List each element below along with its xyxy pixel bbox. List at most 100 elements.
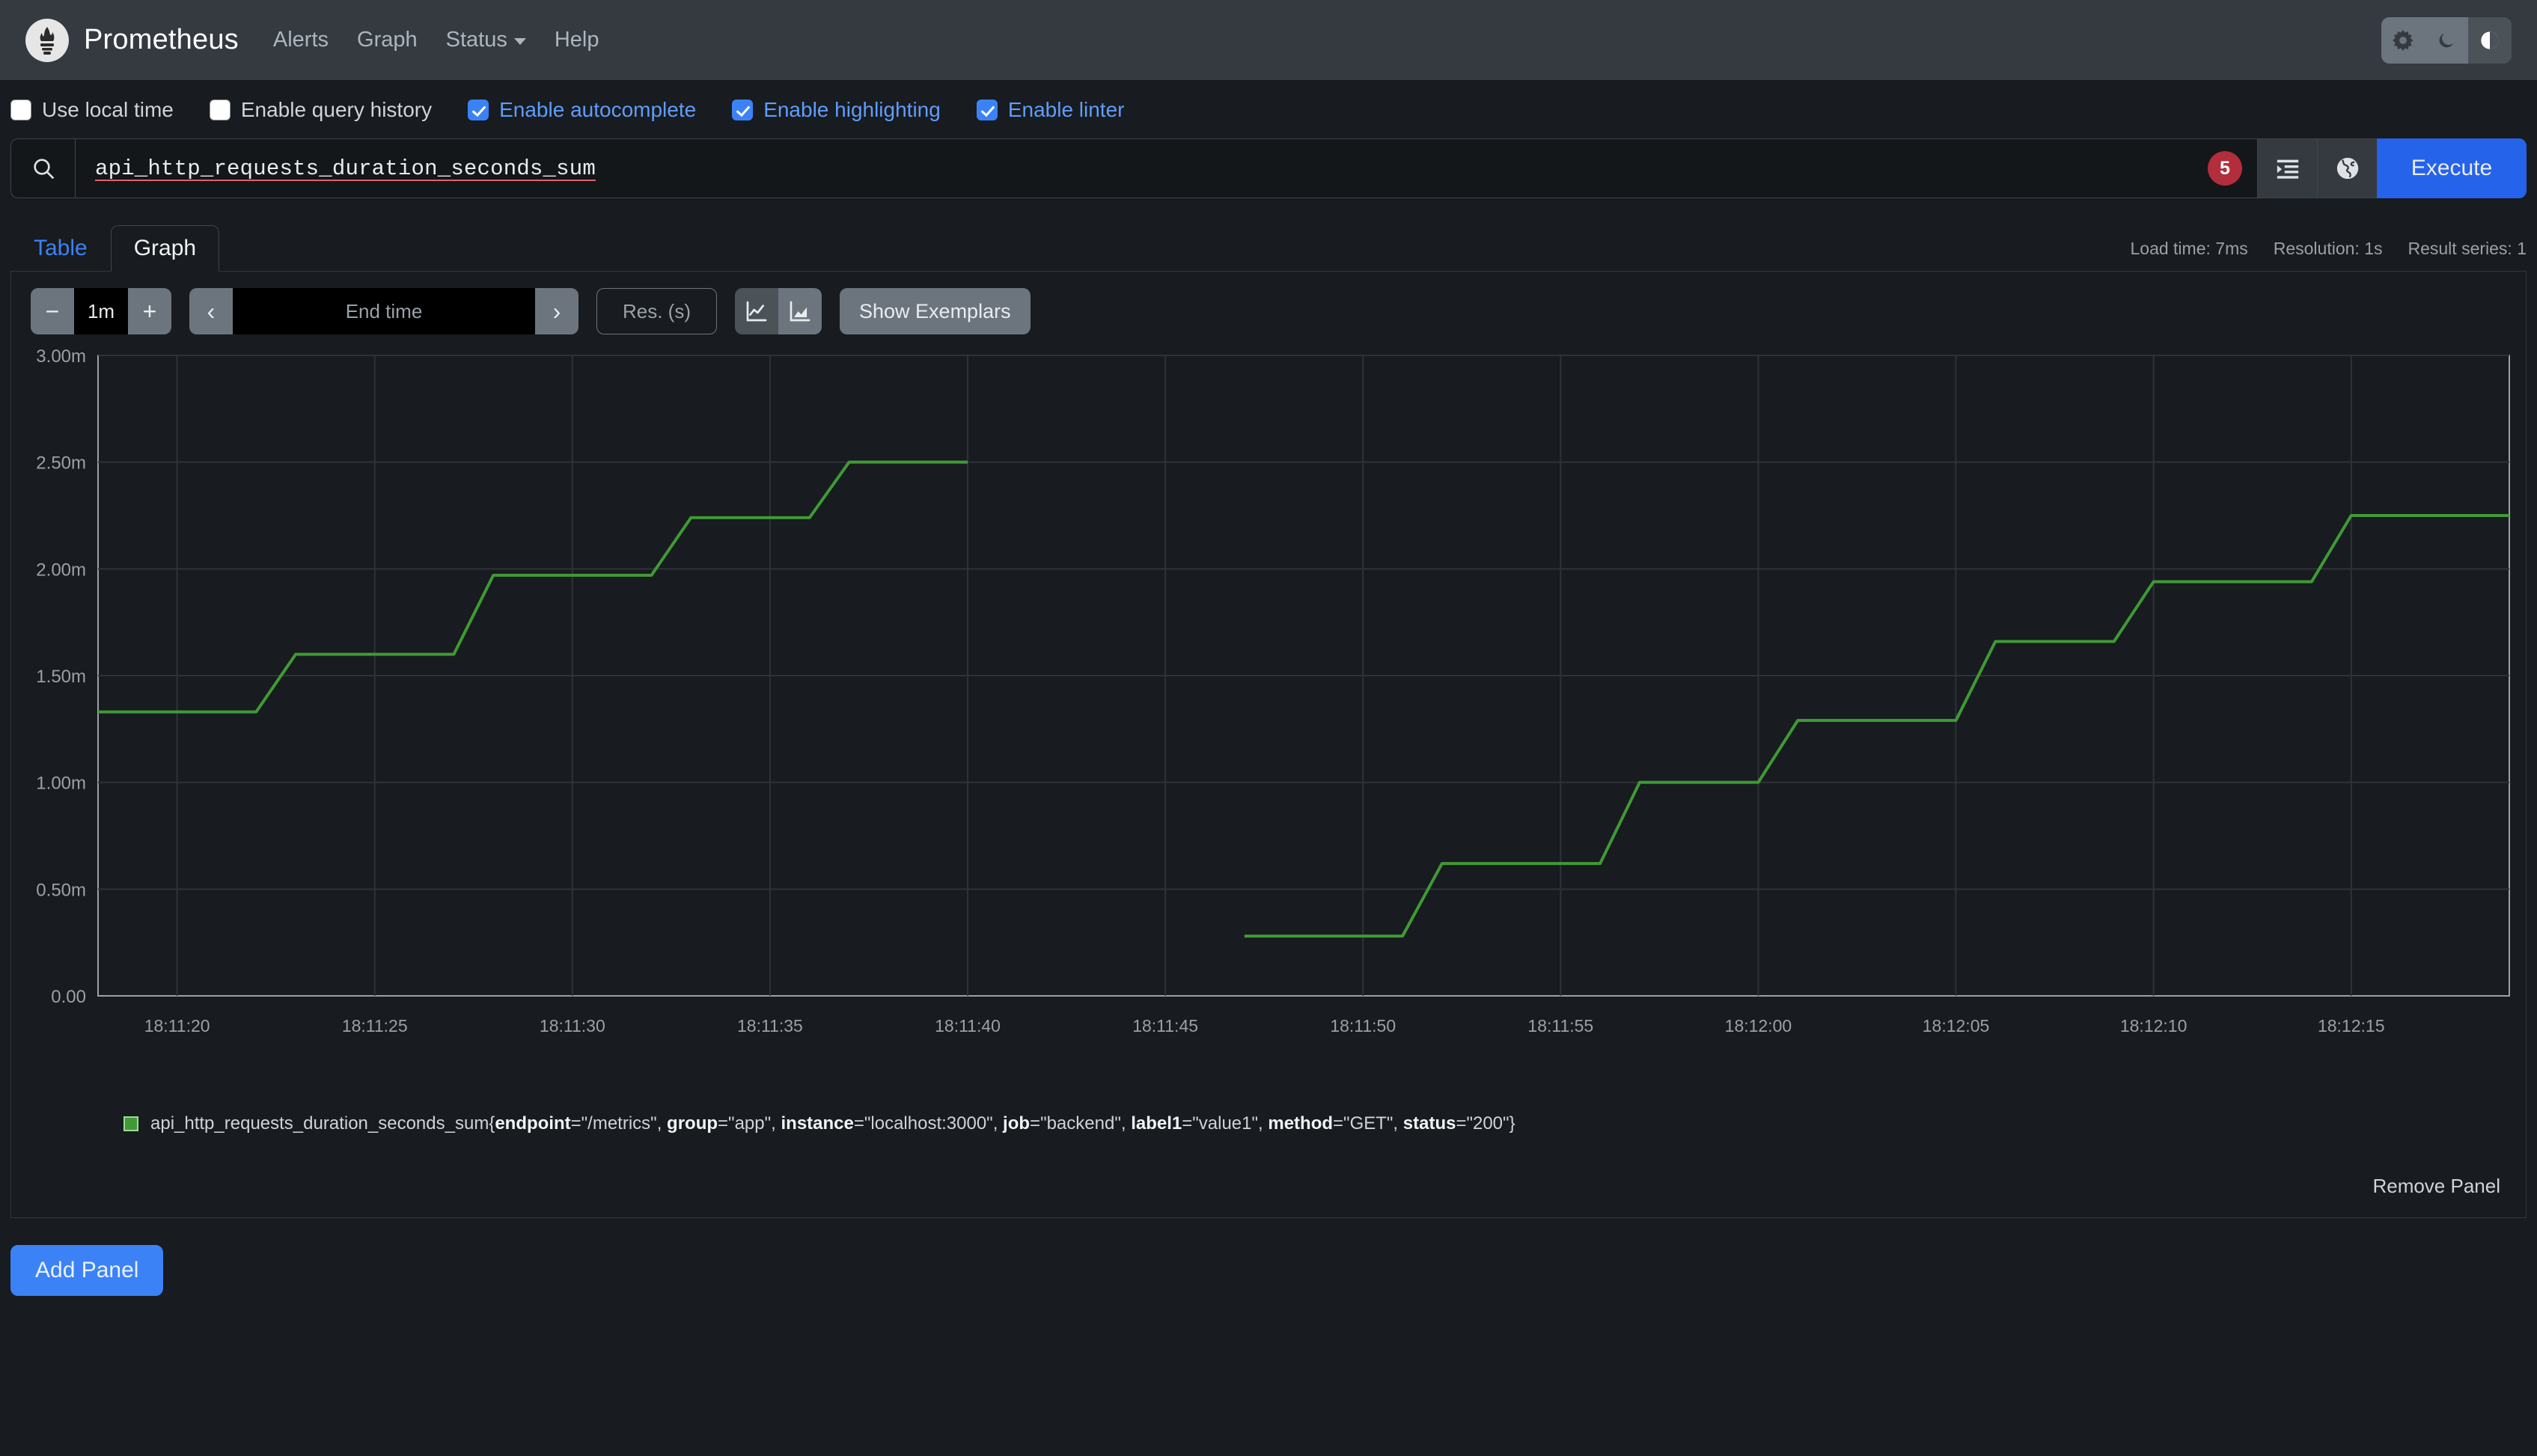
x-tick-label: 18:11:55	[1527, 1016, 1593, 1036]
time-back-button[interactable]: ‹	[189, 288, 233, 334]
range-input[interactable]: 1m	[74, 288, 128, 334]
y-tick-label: 0.50m	[36, 880, 86, 900]
x-tick-label: 18:12:15	[2318, 1016, 2385, 1036]
x-tick-label: 18:11:50	[1330, 1016, 1396, 1036]
enable-highlighting-checkbox[interactable]	[732, 100, 754, 120]
theme-dark-button[interactable]	[2425, 16, 2468, 64]
option-enable-highlighting[interactable]: Enable highlighting	[732, 98, 941, 122]
show-exemplars-button[interactable]: Show Exemplars	[840, 288, 1031, 334]
enable-linter-label: Enable linter	[1007, 98, 1125, 121]
stacked-chart-button[interactable]	[778, 288, 822, 334]
x-tick-label: 18:11:40	[935, 1016, 1001, 1036]
legend-val-4: "value1"	[1192, 1113, 1259, 1134]
end-time-control: ‹ End time ›	[189, 288, 578, 334]
panel-footer: Remove Panel	[11, 1163, 2526, 1217]
resolution-input[interactable]: Res. (s)	[596, 288, 717, 334]
brand[interactable]: Prometheus	[25, 18, 239, 62]
format-query-button[interactable]	[2257, 138, 2317, 198]
option-enable-linter[interactable]: Enable linter	[976, 98, 1125, 122]
tab-table[interactable]: Table	[10, 225, 111, 272]
enable-autocomplete-checkbox[interactable]	[468, 100, 489, 120]
x-tick-label: 18:11:20	[144, 1016, 210, 1036]
legend-key-6: status	[1402, 1113, 1456, 1134]
range-stepper: − 1m +	[31, 288, 171, 334]
legend-val-6: "200"	[1466, 1113, 1509, 1134]
line-chart-button[interactable]	[735, 288, 778, 334]
enable-linter-checkbox[interactable]	[976, 100, 998, 120]
x-tick-label: 18:12:00	[1725, 1016, 1792, 1036]
series-line	[98, 460, 968, 714]
use-local-time-checkbox[interactable]	[10, 100, 31, 120]
lint-error-badge[interactable]: 5	[2208, 151, 2242, 186]
nav-links: Alerts Graph Status Help	[273, 28, 599, 52]
nav-link-help[interactable]: Help	[555, 28, 599, 52]
legend-key-2: instance	[781, 1113, 854, 1134]
x-tick-label: 18:12:05	[1923, 1016, 1990, 1036]
prometheus-logo-icon	[25, 18, 69, 62]
x-tick-label: 18:11:30	[540, 1016, 605, 1036]
query-token-2: requests_	[213, 156, 332, 181]
chart-container[interactable]: 0.00 0.50m 1.00m 1.50m 2.00m 2.50m 3.00m 18:11:…	[11, 345, 2526, 1097]
query-bar: api_http_requests_duration_seconds_sum 5…	[10, 138, 2527, 198]
nav-link-status-label: Status	[445, 28, 507, 52]
metrics-explorer-button[interactable]	[2317, 138, 2377, 198]
query-token-1: http_	[147, 156, 214, 181]
legend-metric-name: api_http_requests_duration_seconds_sum{	[150, 1113, 495, 1134]
search-icon	[11, 139, 76, 198]
line-chart-icon	[746, 301, 767, 322]
theme-toggle-group	[2381, 16, 2512, 64]
theme-light-button[interactable]	[2381, 16, 2425, 64]
moon-icon	[2439, 32, 2454, 47]
nav-link-graph-label: Graph	[357, 28, 418, 52]
chart-legend[interactable]: api_http_requests_duration_seconds_sum{e…	[11, 1097, 2526, 1163]
query-token-4: seconds_	[451, 156, 557, 181]
enable-autocomplete-label: Enable autocomplete	[499, 98, 697, 121]
legend-series-label: api_http_requests_duration_seconds_sum{e…	[150, 1113, 1515, 1134]
query-stats: Load time: 7ms Resolution: 1s Result ser…	[2130, 239, 2527, 271]
navbar-right	[2381, 16, 2512, 64]
time-series-chart[interactable]: 0.00 0.50m 1.00m 1.50m 2.00m 2.50m 3.00m 18:11:…	[11, 345, 2523, 1093]
y-tick-label: 2.50m	[36, 453, 86, 474]
format-indent-icon	[2277, 159, 2298, 179]
query-input[interactable]: api_http_requests_duration_seconds_sum	[76, 156, 2208, 181]
stat-result-series: Result series: 1	[2408, 239, 2527, 258]
legend-val-0: "/metrics"	[581, 1113, 657, 1134]
remove-panel-button[interactable]: Remove Panel	[2372, 1175, 2500, 1198]
half-circle-icon	[2481, 31, 2499, 49]
query-token-0: api_	[95, 156, 148, 181]
legend-close-brace: }	[1509, 1113, 1515, 1134]
time-forward-button[interactable]: ›	[535, 288, 578, 334]
legend-key-4: label1	[1131, 1113, 1182, 1134]
option-use-local-time[interactable]: Use local time	[10, 98, 174, 122]
end-time-input[interactable]: End time	[233, 288, 535, 334]
use-local-time-label: Use local time	[42, 98, 174, 121]
legend-key-3: job	[1003, 1113, 1031, 1134]
navbar: Prometheus Alerts Graph Status Help	[0, 0, 2537, 80]
range-decrease-button[interactable]: −	[31, 288, 74, 334]
add-panel-button[interactable]: Add Panel	[10, 1245, 164, 1296]
graph-panel: − 1m + ‹ End time › Res. (s) Show Exempl…	[10, 272, 2527, 1218]
option-enable-autocomplete[interactable]: Enable autocomplete	[468, 98, 696, 122]
globe-icon	[2336, 157, 2358, 180]
y-tick-label: 0.00	[51, 987, 86, 1007]
graph-controls: − 1m + ‹ End time › Res. (s) Show Exempl…	[11, 288, 2526, 334]
legend-key-1: group	[667, 1113, 718, 1134]
nav-link-alerts[interactable]: Alerts	[273, 28, 329, 52]
chevron-down-icon	[513, 38, 526, 45]
execute-button[interactable]: Execute	[2377, 138, 2527, 198]
query-token-5: sum	[556, 156, 596, 181]
query-token-3: duration_	[332, 156, 451, 181]
nav-link-status[interactable]: Status	[446, 28, 526, 52]
nav-link-graph[interactable]: Graph	[357, 28, 418, 52]
legend-color-swatch	[123, 1116, 138, 1131]
x-tick-label: 18:11:35	[737, 1016, 803, 1036]
theme-auto-button[interactable]	[2468, 16, 2512, 64]
enable-query-history-checkbox[interactable]	[209, 100, 231, 120]
x-tick-label: 18:12:10	[2120, 1016, 2188, 1036]
tab-graph[interactable]: Graph	[110, 225, 220, 272]
range-increase-button[interactable]: +	[128, 288, 171, 334]
option-enable-query-history[interactable]: Enable query history	[209, 98, 432, 122]
query-input-container[interactable]: api_http_requests_duration_seconds_sum 5	[10, 138, 2257, 198]
y-tick-label: 2.00m	[36, 560, 86, 580]
enable-highlighting-label: Enable highlighting	[763, 98, 941, 121]
